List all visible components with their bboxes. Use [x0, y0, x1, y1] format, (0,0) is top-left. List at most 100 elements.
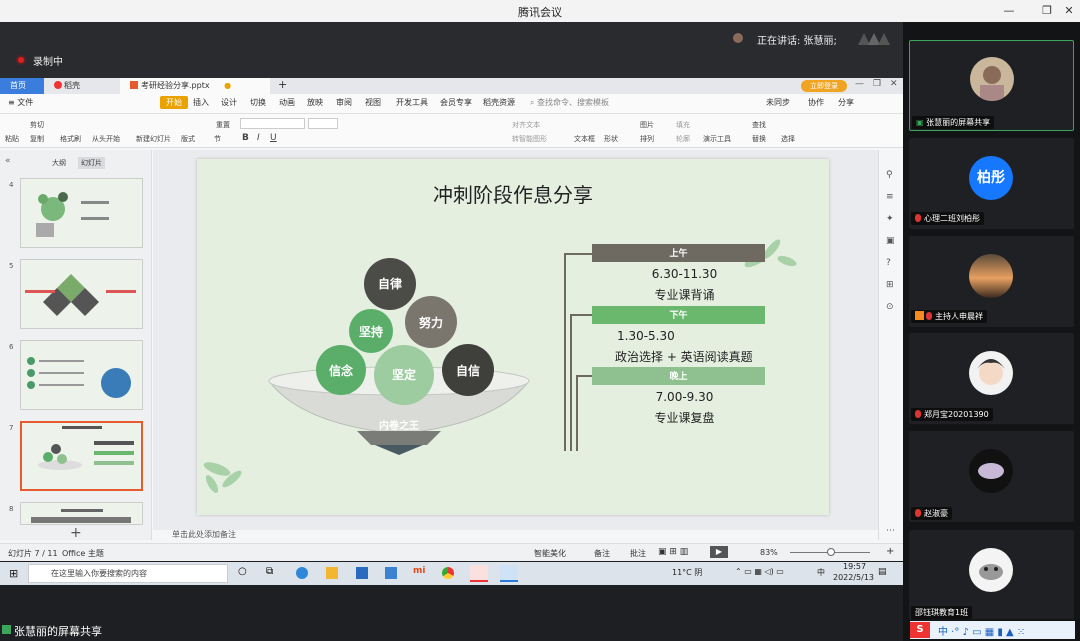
participant-card[interactable]: 邵钰琪教育1班 [909, 530, 1074, 619]
slide-thumbnail-active[interactable] [20, 421, 143, 491]
menu-view[interactable]: 视图 [365, 97, 381, 108]
media-icon[interactable]: ▣ [886, 236, 895, 246]
explorer-icon[interactable] [326, 567, 338, 579]
backup-icon[interactable]: ⊞ [886, 280, 894, 290]
tab-docer[interactable]: 稻壳 [44, 78, 114, 94]
tray-icons[interactable]: ⌃ ▭ ▦ ◁) ▭ [735, 567, 784, 576]
italic-button[interactable]: I [257, 133, 260, 143]
tab-slides[interactable]: 幻灯片 [78, 157, 105, 169]
outline-button[interactable]: 轮廓 [676, 134, 690, 144]
font-size-select[interactable] [308, 118, 338, 129]
find-button[interactable]: 查找 [752, 120, 766, 130]
font-family-select[interactable] [240, 118, 305, 129]
picture-button[interactable]: 图片 [640, 120, 654, 130]
login-button[interactable]: 立即登录 [801, 80, 847, 92]
participant-card[interactable]: 主持人申晨祥 [909, 236, 1074, 327]
menu-animation[interactable]: 动画 [279, 97, 295, 108]
layout-button[interactable]: 版式 [181, 134, 195, 144]
sync-status[interactable]: 未同步 [766, 97, 790, 108]
slide-thumbnail[interactable] [20, 259, 143, 329]
underline-button[interactable]: U [270, 133, 277, 143]
new-slide-button[interactable]: 新建幻灯片 [136, 134, 171, 144]
bold-button[interactable]: B [242, 133, 249, 143]
mi-icon[interactable]: mi [413, 566, 425, 576]
comments-button[interactable]: 批注 [630, 548, 646, 559]
participant-card[interactable]: ▣ 张慧丽的屏幕共享 [909, 40, 1074, 131]
new-tab-button[interactable]: + [268, 77, 297, 93]
view-normal-icon[interactable]: ▣ ⊞ ▥ [658, 547, 688, 557]
arrange-button[interactable]: 排列 [640, 134, 654, 144]
edge-icon[interactable] [296, 567, 308, 579]
paste-button[interactable]: 粘贴 [5, 134, 19, 144]
minimize-icon[interactable]: — [1001, 3, 1017, 19]
menu-start[interactable]: 开始 [160, 96, 188, 109]
notification-icon[interactable]: ▤ [878, 567, 887, 577]
tab-home[interactable]: 首页 [0, 78, 44, 94]
participant-card[interactable]: 郑月宝20201390 [909, 333, 1074, 424]
weather[interactable]: 11°C 阴 [672, 567, 702, 578]
more-icon[interactable]: ⋯ [886, 526, 895, 536]
app-minimize-icon[interactable]: — [855, 79, 864, 89]
slide-thumbnail[interactable] [20, 178, 143, 248]
store-icon[interactable] [356, 567, 368, 579]
collapse-pane-icon[interactable]: « [5, 156, 11, 166]
fill-button[interactable]: 填充 [676, 120, 690, 130]
mail-icon[interactable] [385, 567, 397, 579]
replace-button[interactable]: 替换 [752, 134, 766, 144]
menu-file[interactable]: ≡ 文件 [8, 97, 33, 108]
taskbar-search[interactable]: 在这里输入你要搜索的内容 [28, 564, 228, 583]
help-icon[interactable]: ? [886, 258, 891, 268]
section-button[interactable]: 节 [214, 134, 221, 144]
restore-icon[interactable]: ❐ [1039, 3, 1055, 19]
reset-button[interactable]: 重置 [216, 120, 230, 130]
participant-card[interactable]: 柏彤 心理二班刘柏彤 [909, 138, 1074, 229]
menu-review[interactable]: 审阅 [336, 97, 352, 108]
notes-placeholder[interactable]: 单击此处添加备注 [172, 529, 236, 540]
participant-card[interactable]: 赵淑豪 [909, 431, 1074, 522]
app-restore-icon[interactable]: ❐ [873, 79, 881, 89]
record-icon[interactable] [16, 55, 26, 65]
convert-smartart-button[interactable]: 转智能图形 [512, 134, 547, 144]
play-slideshow-button[interactable]: ▶ [710, 546, 728, 558]
location-icon[interactable]: ⊙ [886, 302, 894, 312]
collaborate-button[interactable]: 协作 [808, 97, 824, 108]
select-button[interactable]: 选择 [781, 134, 795, 144]
presentation-tools-button[interactable]: 演示工具 [703, 134, 731, 144]
notes-button[interactable]: 备注 [594, 548, 610, 559]
textbox-button[interactable]: 文本框 [574, 134, 595, 144]
add-slide-button[interactable]: + [70, 525, 82, 541]
zoom-in-icon[interactable]: + [886, 546, 894, 557]
menu-design[interactable]: 设计 [221, 97, 237, 108]
menu-insert[interactable]: 插入 [193, 97, 209, 108]
slide-thumbnail[interactable] [20, 502, 143, 525]
animation-icon[interactable]: ⚲ [886, 170, 893, 180]
menu-slideshow[interactable]: 放映 [307, 97, 323, 108]
tab-document[interactable]: 考研经验分享.pptx ● [120, 78, 270, 94]
pin-icon[interactable]: ✦ [886, 214, 894, 224]
from-start-button[interactable]: 从头开始 [92, 134, 120, 144]
start-icon[interactable]: ⊞ [9, 567, 18, 580]
command-search[interactable]: ⌕ 查找命令、搜索模板 [530, 97, 609, 108]
menu-developer[interactable]: 开发工具 [396, 97, 428, 108]
cortana-icon[interactable]: ○ [238, 566, 247, 577]
ime-tray-icons[interactable]: 中 ·° ♪ ▭ ▦ ▮ ▲ ⁙ [938, 623, 1025, 638]
smart-beautify-button[interactable]: 智能美化 [534, 548, 566, 559]
format-painter-button[interactable]: 格式刷 [60, 134, 81, 144]
wps-icon[interactable] [470, 565, 488, 582]
menu-transition[interactable]: 切换 [250, 97, 266, 108]
ime-indicator[interactable]: 中 [817, 567, 825, 578]
chrome-icon[interactable] [442, 567, 454, 579]
menu-member[interactable]: 会员专享 [440, 97, 472, 108]
copy-button[interactable]: 复制 [30, 134, 44, 144]
slide-thumbnail[interactable] [20, 340, 143, 410]
properties-icon[interactable]: ≡ [886, 192, 894, 202]
close-icon[interactable]: ✕ [1061, 3, 1077, 19]
zoom-handle[interactable] [827, 548, 835, 556]
app-close-icon[interactable]: ✕ [890, 79, 898, 89]
tab-outline[interactable]: 大纲 [52, 158, 66, 168]
share-button[interactable]: 分享 [838, 97, 854, 108]
shape-button[interactable]: 形状 [604, 134, 618, 144]
task-view-icon[interactable]: ⧉ [266, 566, 273, 577]
sogou-icon[interactable]: S [910, 622, 930, 638]
menu-docer-resources[interactable]: 稻壳资源 [483, 97, 515, 108]
